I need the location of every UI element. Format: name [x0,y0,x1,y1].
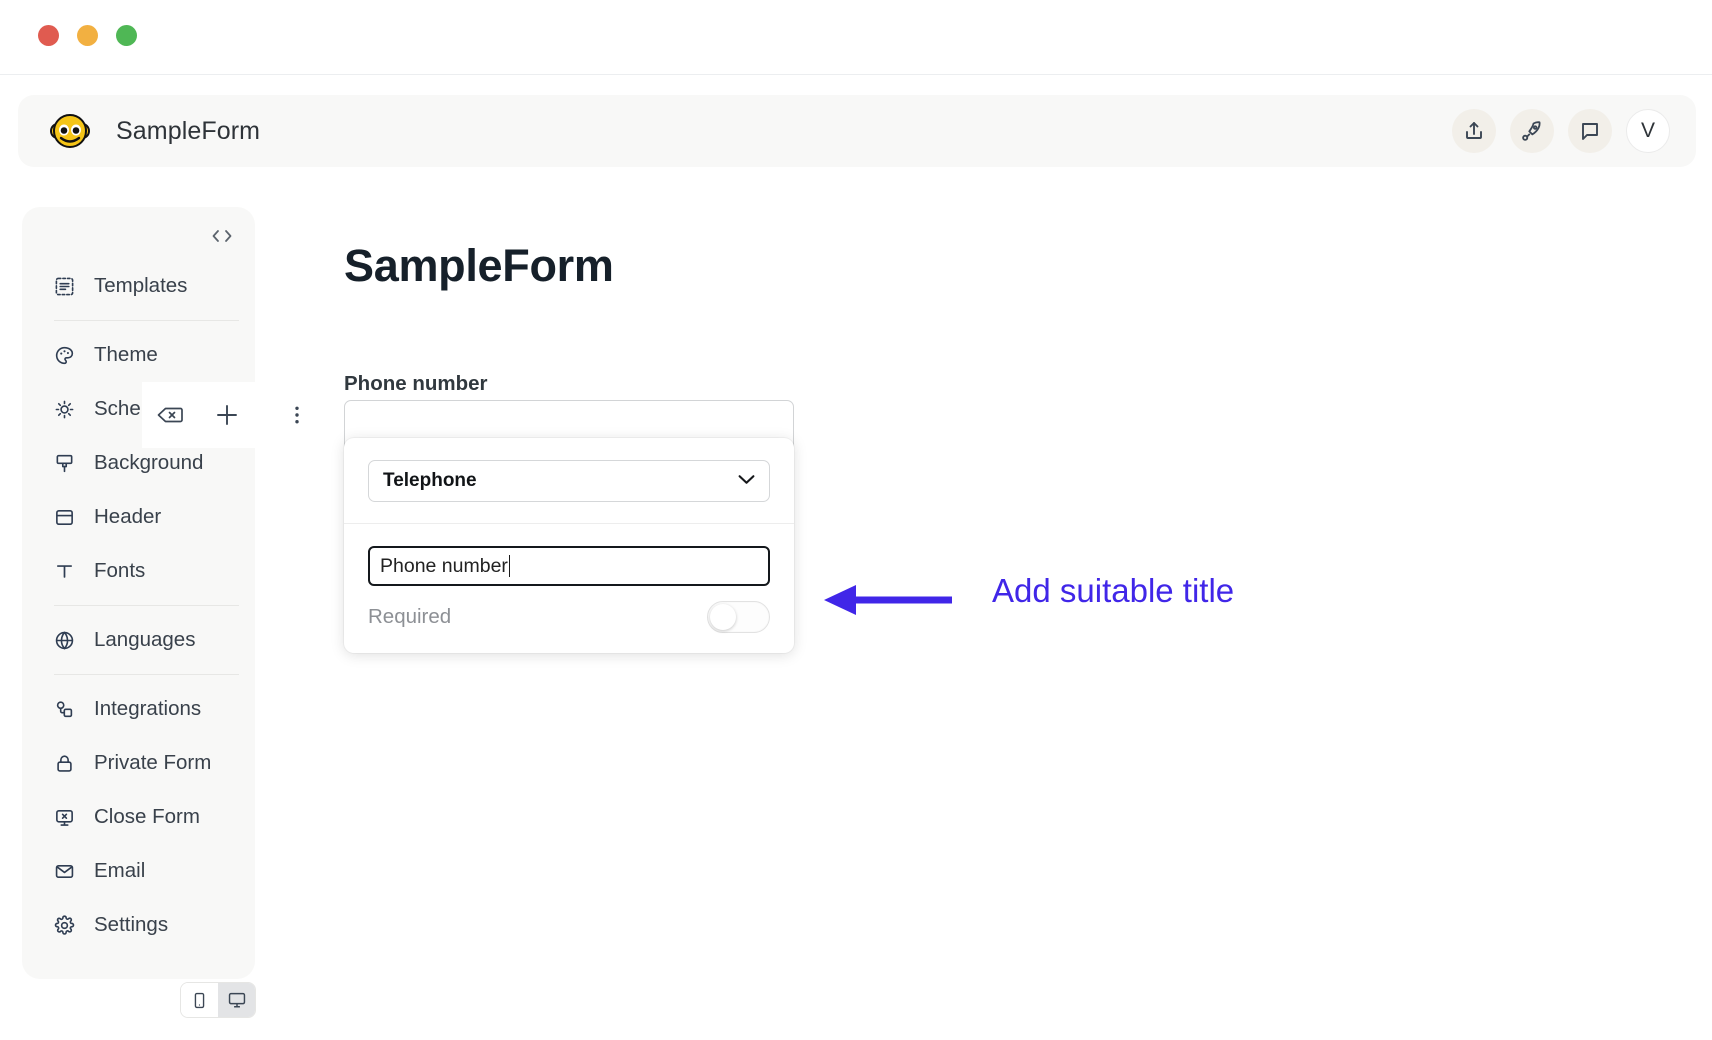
share-icon[interactable] [1452,109,1496,153]
brush-icon [52,451,76,475]
chat-icon[interactable] [1568,109,1612,153]
sidebar-item-label: Header [94,505,162,528]
monkey-logo-icon [50,114,90,148]
delete-field-icon[interactable] [151,396,189,434]
window-zoom-button[interactable] [116,25,137,46]
popover-divider [344,523,794,524]
sidebar-item-label: Private Form [94,751,212,774]
toggle-knob [710,604,736,630]
sidebar-item-label: Background [94,451,204,474]
brand[interactable]: SampleForm [50,111,260,151]
desktop-icon[interactable] [218,983,255,1017]
chevron-down-icon [738,472,755,490]
appbar-actions: V [1452,109,1670,153]
sidebar-nav: Templates Theme Scheme Background Header… [22,259,255,952]
window-minimize-button[interactable] [77,25,98,46]
palette-icon [52,343,76,367]
sidebar-divider [54,320,239,321]
sidebar-item-label: Templates [94,274,188,297]
sidebar-item-fonts[interactable]: Fonts [22,544,255,598]
sidebar-divider [54,674,239,675]
page-title: SampleForm [344,240,614,291]
form-canvas: SampleForm Phone number Telephone Phone … [257,180,1712,1040]
field-settings-popover: Telephone Phone number Required [344,438,794,653]
field-title-input[interactable]: Phone number [368,546,770,586]
window-close-button[interactable] [38,25,59,46]
sidebar-item-templates[interactable]: Templates [22,259,255,313]
field-type-select[interactable]: Telephone [368,460,770,502]
field-type-select-wrap: Telephone [368,460,770,502]
required-toggle[interactable] [707,601,770,633]
sidebar: Templates Theme Scheme Background Header… [22,207,255,979]
avatar[interactable]: V [1626,109,1670,153]
lock-icon [52,751,76,775]
avatar-initial: V [1640,119,1655,142]
header-layout-icon [52,505,76,529]
required-label: Required [368,605,452,628]
app-header-bar: SampleForm V [18,95,1696,167]
sidebar-item-label: Integrations [94,697,202,720]
globe-icon [52,628,76,652]
sidebar-item-label: Email [94,859,146,882]
sidebar-item-close-form[interactable]: Close Form [22,790,255,844]
sidebar-item-label: Theme [94,343,158,366]
close-form-icon [52,805,76,829]
sidebar-item-label: Close Form [94,805,200,828]
code-brackets-icon[interactable] [207,222,237,250]
app-title: SampleForm [116,116,261,145]
app-window: SampleForm V Templates Theme Scheme Back… [0,0,1712,1040]
device-toggle [180,982,256,1018]
envelope-icon [52,859,76,883]
sidebar-item-languages[interactable]: Languages [22,613,255,667]
mobile-icon[interactable] [181,983,218,1017]
field-label: Phone number [344,372,488,395]
sidebar-item-label: Languages [94,628,196,651]
field-type-value: Telephone [383,470,477,491]
sidebar-item-header[interactable]: Header [22,490,255,544]
templates-icon [52,274,76,298]
sidebar-item-private-form[interactable]: Private Form [22,736,255,790]
sidebar-item-theme[interactable]: Theme [22,328,255,382]
sidebar-divider [54,605,239,606]
sun-moon-icon [52,397,76,421]
sidebar-item-email[interactable]: Email [22,844,255,898]
traffic-lights [38,25,137,46]
text-type-icon [52,559,76,583]
element-toolbar [142,382,255,448]
sidebar-item-settings[interactable]: Settings [22,898,255,952]
window-titlebar [0,0,1712,75]
text-caret [508,555,511,577]
sidebar-item-label: Settings [94,913,169,936]
integrations-icon [52,697,76,721]
sidebar-item-label: Fonts [94,559,146,582]
add-field-icon[interactable] [208,396,246,434]
more-vertical-icon[interactable] [280,398,314,432]
required-row: Required [368,598,770,636]
rocket-icon[interactable] [1510,109,1554,153]
gear-icon [52,913,76,937]
field-title-value: Phone number [380,554,508,577]
sidebar-item-integrations[interactable]: Integrations [22,682,255,736]
